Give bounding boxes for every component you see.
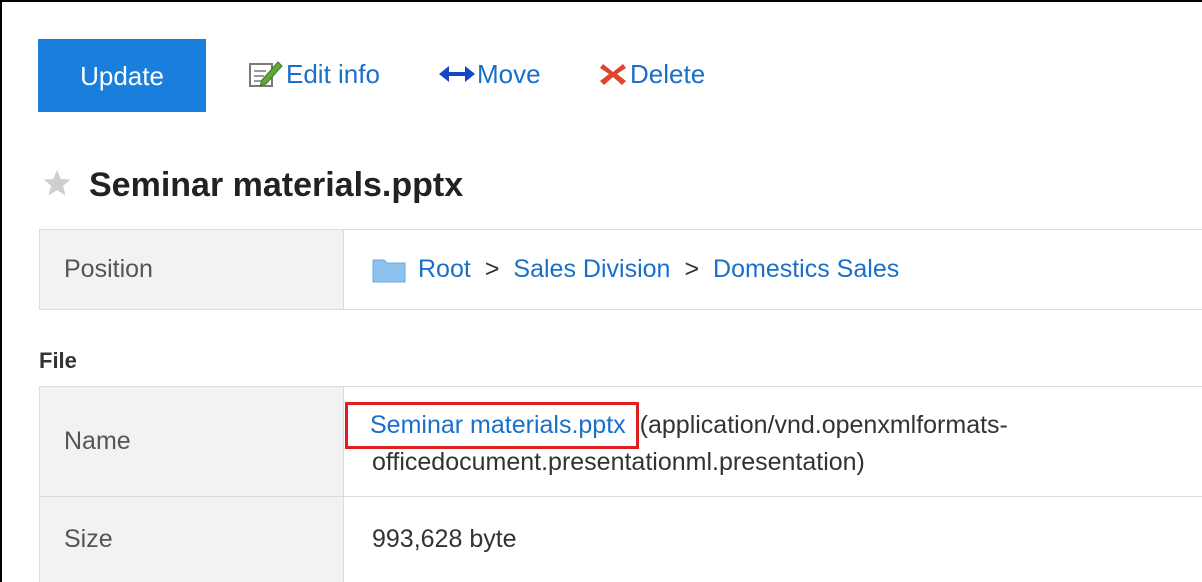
file-section-heading: File — [39, 348, 77, 373]
delete-label: Delete — [630, 58, 706, 89]
delete-link[interactable]: Delete — [598, 56, 705, 92]
breadcrumb-root[interactable]: Root — [418, 255, 471, 284]
delete-x-icon — [600, 64, 626, 85]
file-size-row: Size 993,628 byte — [39, 496, 1202, 582]
file-table: Name Seminar materials.pptx (application/… — [39, 386, 1202, 582]
name-label: Name — [39, 386, 344, 497]
breadcrumb-separator: > — [484, 255, 500, 283]
edit-info-label: Edit info — [286, 58, 380, 89]
mime-type-line1: (application/vnd.openxmlformats- — [639, 410, 1008, 439]
breadcrumb-sales-division[interactable]: Sales Division — [513, 255, 670, 284]
mime-type-line2: officedocument.presentationml.presentati… — [372, 447, 865, 476]
file-name-row: Name Seminar materials.pptx (application/… — [39, 386, 1202, 497]
move-arrows-icon — [439, 66, 475, 82]
page-title: Seminar materials.pptx — [89, 166, 464, 204]
update-button[interactable]: Update — [38, 39, 206, 112]
breadcrumb-separator: > — [684, 255, 700, 283]
position-value: Root > Sales Division > Domestics Sales — [343, 229, 1202, 310]
file-name-text: Seminar materials.pptx (application/vnd.o… — [345, 397, 1202, 487]
file-detail-panel: Update Edit info Move Delete Seminar mat… — [0, 0, 1202, 582]
position-label: Position — [39, 229, 344, 310]
move-link[interactable]: Move — [439, 56, 541, 92]
edit-info-link[interactable]: Edit info — [248, 56, 380, 92]
position-table: Position Root > Sales Division > Domesti… — [39, 229, 1202, 310]
size-label: Size — [39, 496, 344, 582]
edit-icon — [249, 61, 283, 87]
file-download-link[interactable]: Seminar materials.pptx — [345, 401, 639, 449]
breadcrumb: Root > Sales Division > Domestics Sales — [372, 255, 1202, 284]
name-value: Seminar materials.pptx (application/vnd.o… — [343, 386, 1202, 497]
move-label: Move — [477, 58, 541, 89]
size-value: 993,628 byte — [343, 496, 1202, 582]
position-row: Position Root > Sales Division > Domesti… — [39, 229, 1202, 310]
star-icon[interactable] — [42, 168, 72, 198]
breadcrumb-domestics-sales[interactable]: Domestics Sales — [713, 255, 899, 284]
folder-icon — [372, 259, 406, 282]
